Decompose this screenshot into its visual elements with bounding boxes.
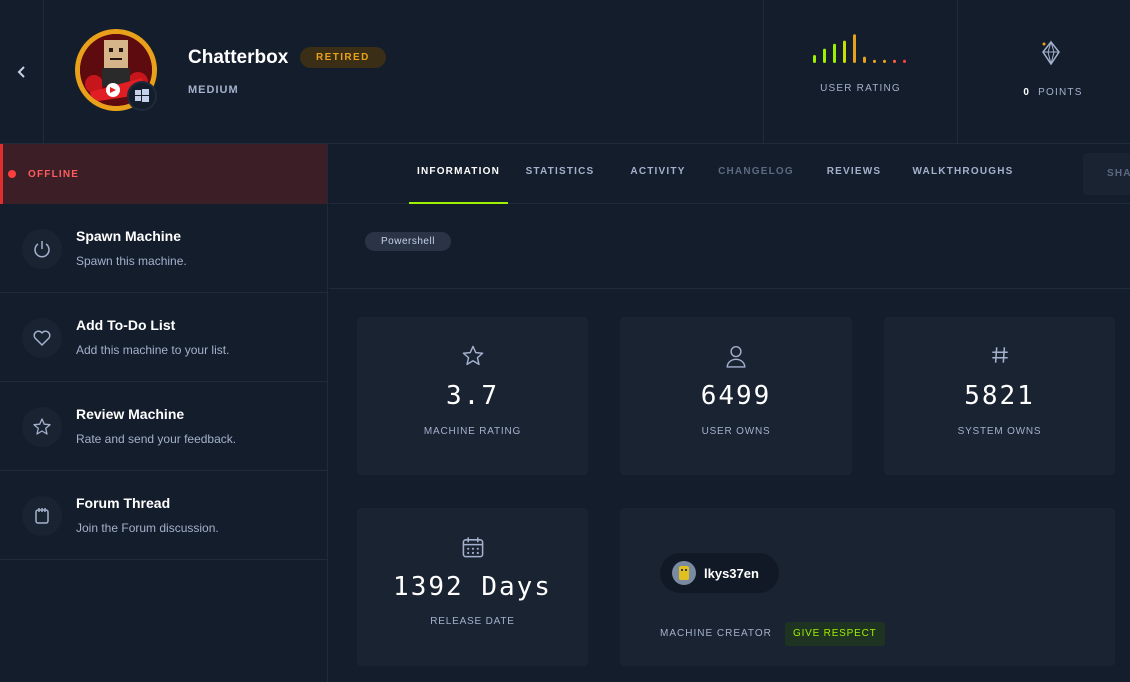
spawn-machine-title: Spawn Machine: [76, 228, 182, 244]
rating-bar: [823, 48, 826, 63]
rating-bars-chart: [813, 34, 906, 63]
rating-bar: [863, 56, 866, 63]
user-owns-label: USER OWNS: [701, 426, 771, 437]
creator-profile-link[interactable]: lkys37en: [660, 553, 779, 593]
tab-walkthroughs[interactable]: WALKTHROUGHS: [911, 144, 1015, 204]
machine-header: Chatterbox RETIRED MEDIUM USER RATING 0 …: [0, 0, 1130, 144]
add-todo-subtitle: Add this machine to your list.: [76, 343, 230, 357]
star-icon: [33, 418, 51, 435]
share-button[interactable]: SHA: [1083, 153, 1130, 195]
spawn-machine-subtitle: Spawn this machine.: [76, 254, 187, 268]
release-date-card: 1392 Days RELEASE DATE: [357, 508, 588, 666]
points-readout: 0 POINTS: [958, 87, 1130, 98]
status-text: OFFLINE: [28, 168, 80, 180]
calendar-icon: [462, 537, 483, 558]
forum-thread-button[interactable]: Forum Thread Join the Forum discussion.: [0, 471, 327, 560]
power-icon: [34, 241, 50, 258]
tab-changelog[interactable]: CHANGELOG: [714, 144, 798, 204]
machine-tabs: INFORMATION STATISTICS ACTIVITY CHANGELO…: [329, 144, 1130, 204]
creator-avatar-image: [679, 566, 689, 580]
notepad-icon: [35, 508, 49, 524]
hash-icon: [991, 347, 1008, 363]
rating-bar: [883, 59, 886, 63]
rating-bar: [833, 43, 836, 63]
machine-name: Chatterbox: [188, 47, 289, 68]
points-label: POINTS: [1038, 87, 1083, 98]
machine-status: OFFLINE: [0, 144, 327, 204]
back-button[interactable]: [0, 0, 44, 144]
tab-statistics[interactable]: STATISTICS: [520, 144, 600, 204]
review-machine-button[interactable]: Review Machine Rate and send your feedba…: [0, 382, 327, 471]
add-todo-button[interactable]: Add To-Do List Add this machine to your …: [0, 293, 327, 382]
creator-name: lkys37en: [704, 565, 759, 581]
rating-bar: [873, 59, 876, 63]
creator-card: lkys37en MACHINE CREATOR GIVE RESPECT: [620, 508, 1115, 666]
user-owns-card: 6499 USER OWNS: [620, 317, 852, 475]
user-rating: USER RATING: [763, 0, 958, 144]
status-dot: [8, 170, 16, 178]
star-icon: [462, 345, 483, 366]
system-owns-value: 5821: [964, 381, 1035, 411]
os-badge: [127, 81, 157, 111]
heart-icon: [33, 330, 51, 346]
status-badge: RETIRED: [300, 47, 386, 68]
points: 0 POINTS: [958, 0, 1130, 144]
forum-thread-title: Forum Thread: [76, 495, 171, 511]
rating-bar: [813, 55, 816, 63]
points-value: 0: [1023, 87, 1031, 98]
action-sidebar: OFFLINE Spawn Machine Spawn this machine…: [0, 144, 328, 682]
machine-rating-label: MACHINE RATING: [423, 426, 522, 437]
user-owns-value: 6499: [700, 381, 772, 411]
machine-rating-value: 3.7: [446, 381, 499, 411]
review-machine-subtitle: Rate and send your feedback.: [76, 432, 237, 446]
tag-row: Powershell: [329, 204, 1130, 289]
tab-activity[interactable]: ACTIVITY: [625, 144, 691, 204]
rating-bar: [853, 34, 856, 63]
user-rating-label: USER RATING: [820, 83, 901, 94]
review-machine-title: Review Machine: [76, 406, 185, 422]
creator-label: MACHINE CREATOR: [660, 628, 772, 639]
forum-thread-subtitle: Join the Forum discussion.: [76, 521, 219, 535]
machine-avatar: [75, 29, 157, 111]
tab-reviews[interactable]: REVIEWS: [823, 144, 885, 204]
difficulty-label: MEDIUM: [188, 84, 239, 96]
tab-information[interactable]: INFORMATION: [409, 144, 508, 204]
rating-bar: [903, 59, 906, 63]
rating-bar: [843, 40, 846, 63]
avatar: [672, 561, 696, 585]
release-date-label: RELEASE DATE: [430, 616, 515, 627]
spawn-machine-button[interactable]: Spawn Machine Spawn this machine.: [0, 204, 327, 293]
windows-icon: [135, 89, 149, 102]
rating-bar: [893, 59, 896, 63]
diamond-icon: [1042, 40, 1060, 66]
chevron-left-icon: [17, 66, 25, 78]
tag-chip[interactable]: Powershell: [365, 232, 451, 251]
release-date-value: 1392 Days: [393, 572, 552, 602]
system-owns-label: SYSTEM OWNS: [957, 426, 1042, 437]
system-owns-card: 5821 SYSTEM OWNS: [884, 317, 1115, 475]
add-todo-title: Add To-Do List: [76, 317, 176, 333]
user-icon: [726, 346, 746, 368]
machine-rating-card: 3.7 MACHINE RATING: [357, 317, 588, 475]
give-respect-button[interactable]: GIVE RESPECT: [785, 622, 885, 646]
